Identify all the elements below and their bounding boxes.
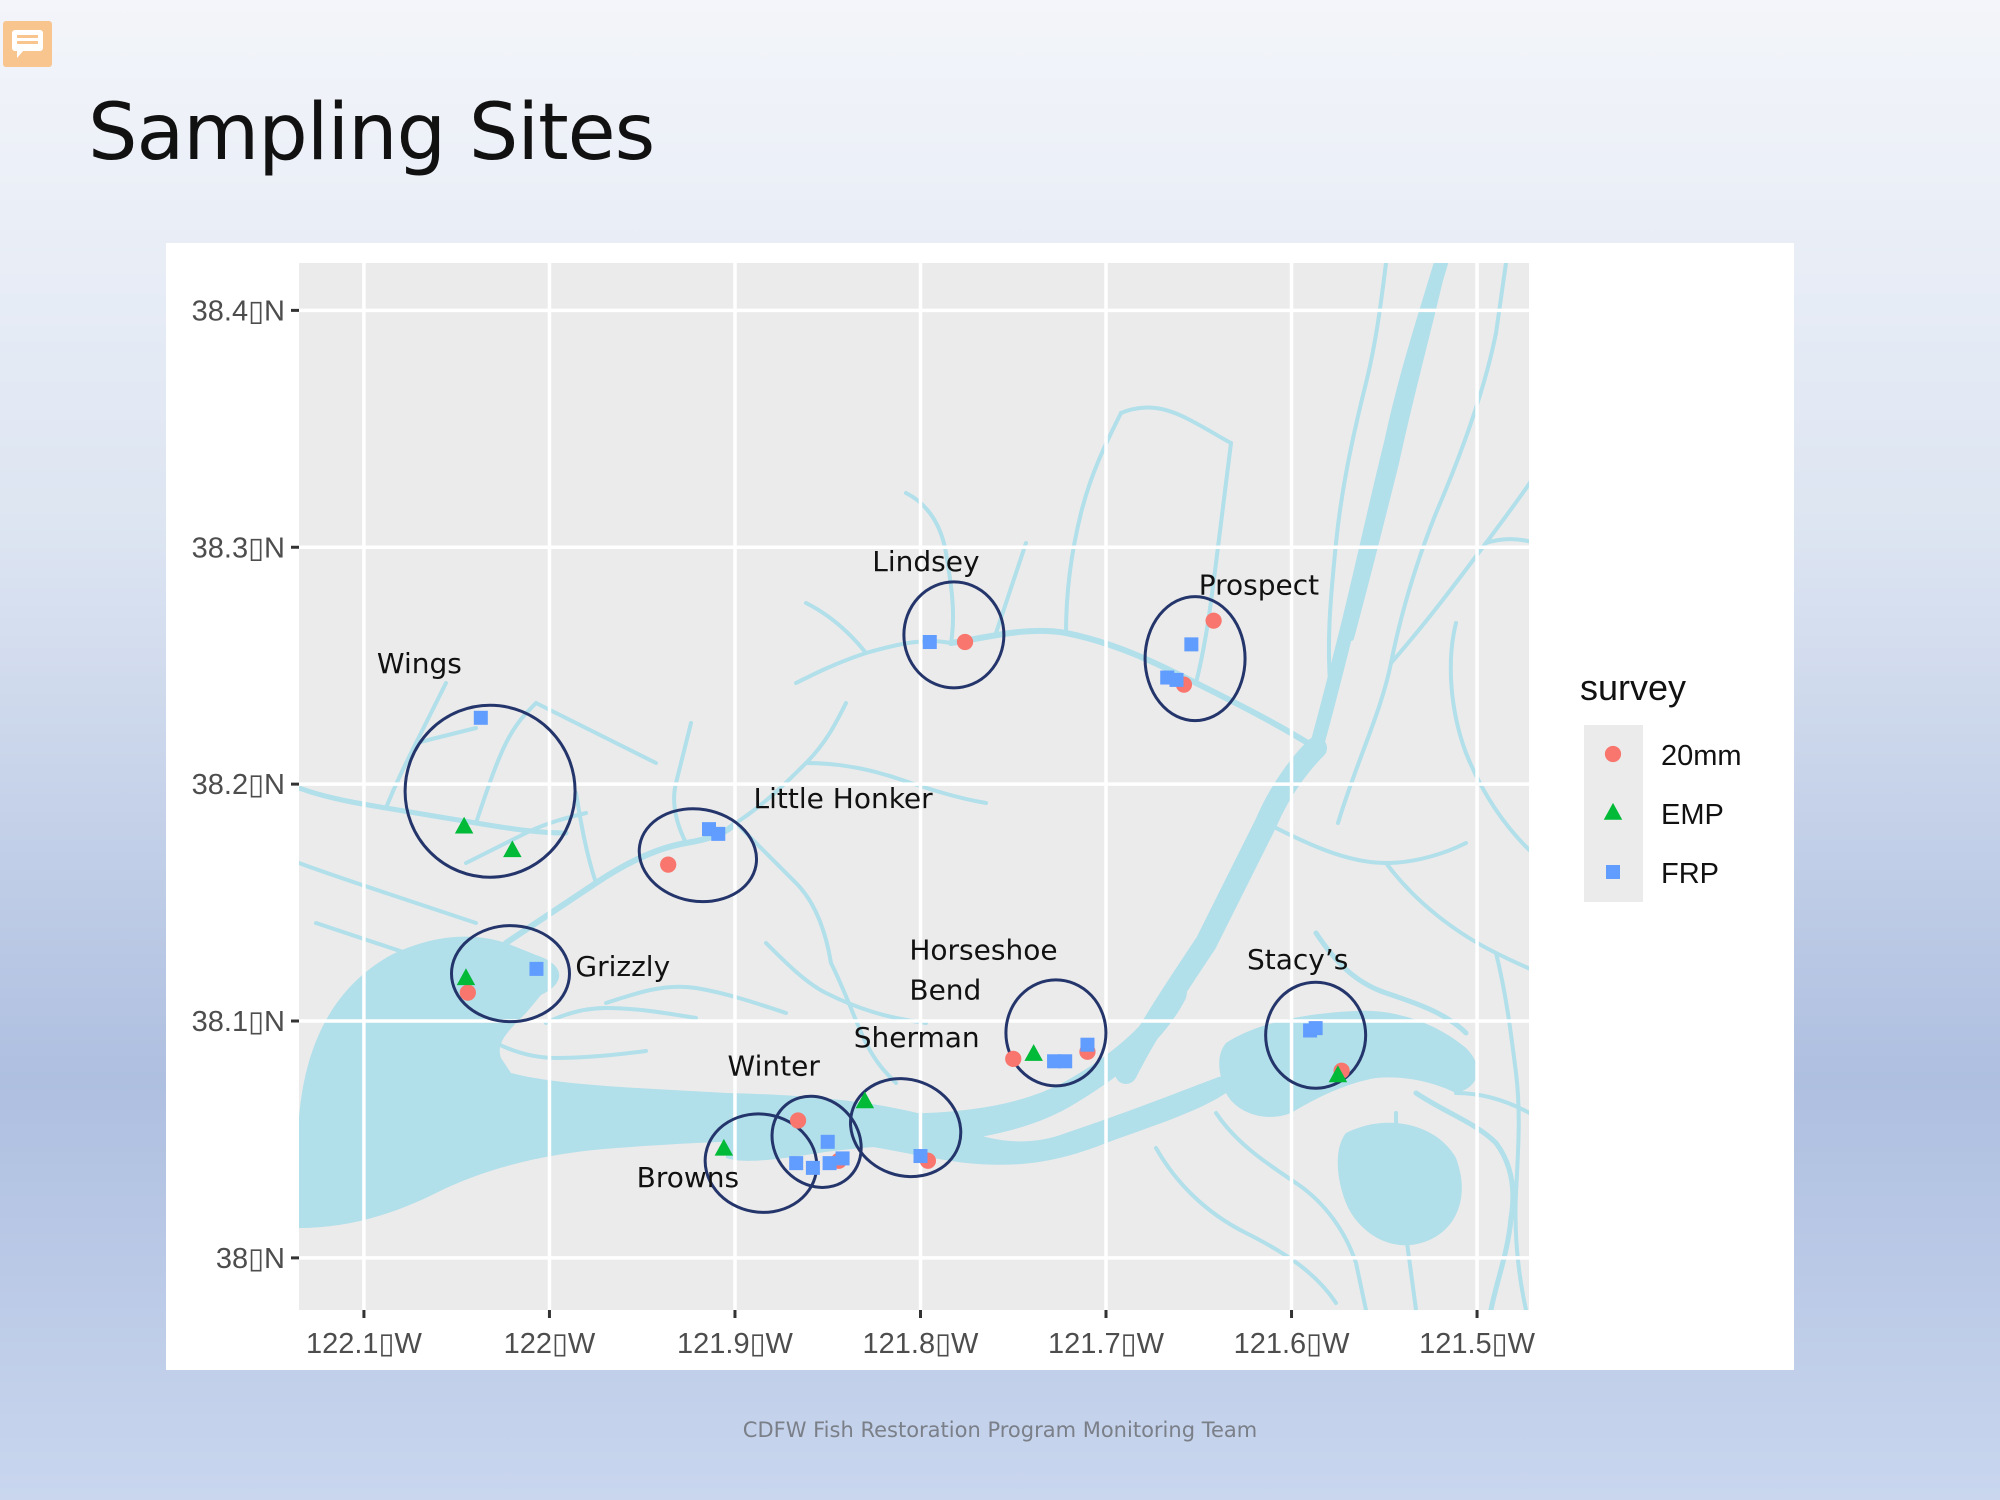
y-tick-label: 38.1▯N [192, 1006, 285, 1038]
point-frp [1308, 1021, 1323, 1036]
point-frp [1058, 1054, 1073, 1069]
point-frp [805, 1160, 820, 1175]
slide-footer: CDFW Fish Restoration Program Monitoring… [742, 1418, 1258, 1442]
point-frp [1184, 637, 1199, 652]
x-tick-label: 122▯W [504, 1328, 596, 1360]
legend-key-20mm [1604, 745, 1622, 763]
y-tick-label: 38▯N [216, 1243, 285, 1275]
point-20mm [956, 633, 974, 651]
x-tick-label: 121.9▯W [677, 1328, 794, 1360]
point-frp [711, 826, 726, 841]
point-frp [473, 710, 488, 725]
x-tick-label: 121.8▯W [863, 1328, 980, 1360]
legend: survey 20mm EMP FRP [1580, 667, 1742, 902]
y-tick-label: 38.4▯N [192, 295, 285, 327]
y-tick-label: 38.2▯N [192, 769, 285, 801]
point-frp [820, 1134, 835, 1149]
site-label: Stacy’s [1247, 943, 1348, 976]
point-frp [922, 635, 937, 650]
point-frp [1169, 672, 1184, 687]
y-tick-label: 38.3▯N [192, 532, 285, 564]
point-20mm [660, 856, 677, 873]
point-frp [822, 1156, 837, 1171]
x-tick-label: 121.5▯W [1419, 1328, 1536, 1360]
comment-icon[interactable] [3, 21, 52, 67]
legend-title: survey [1580, 667, 1686, 708]
site-label: Wings [377, 647, 462, 680]
site-label: Grizzly [575, 950, 670, 983]
point-20mm [1205, 612, 1222, 629]
legend-label: FRP [1661, 858, 1719, 890]
x-tick-label: 122.1▯W [306, 1328, 423, 1360]
site-label: Bend [909, 974, 981, 1007]
point-frp [835, 1151, 850, 1166]
point-frp [529, 961, 544, 976]
site-label: Winter [728, 1049, 821, 1082]
point-20mm [459, 984, 476, 1001]
map-plot: Wings Little Honker Grizzly Lindsey Prospect… [192, 263, 1742, 1360]
point-frp [1080, 1037, 1095, 1052]
site-label: Little Honker [754, 782, 934, 815]
legend-key-frp [1606, 865, 1620, 879]
site-label: Horseshoe [909, 933, 1057, 966]
point-20mm [789, 1112, 807, 1129]
point-frp [913, 1149, 928, 1164]
legend-label: 20mm [1661, 740, 1742, 772]
site-label: Prospect [1199, 569, 1319, 602]
legend-label: EMP [1661, 799, 1724, 831]
map-figure: Wings Little Honker Grizzly Lindsey Prospect… [166, 243, 1794, 1370]
point-frp [789, 1156, 804, 1171]
site-label: Sherman [854, 1021, 980, 1054]
slide-title: Sampling Sites [88, 88, 655, 178]
site-label: Browns [637, 1161, 739, 1194]
point-20mm [1005, 1050, 1022, 1068]
x-tick-label: 121.6▯W [1234, 1328, 1351, 1360]
site-label: Lindsey [872, 545, 979, 578]
x-tick-label: 121.7▯W [1048, 1328, 1165, 1360]
